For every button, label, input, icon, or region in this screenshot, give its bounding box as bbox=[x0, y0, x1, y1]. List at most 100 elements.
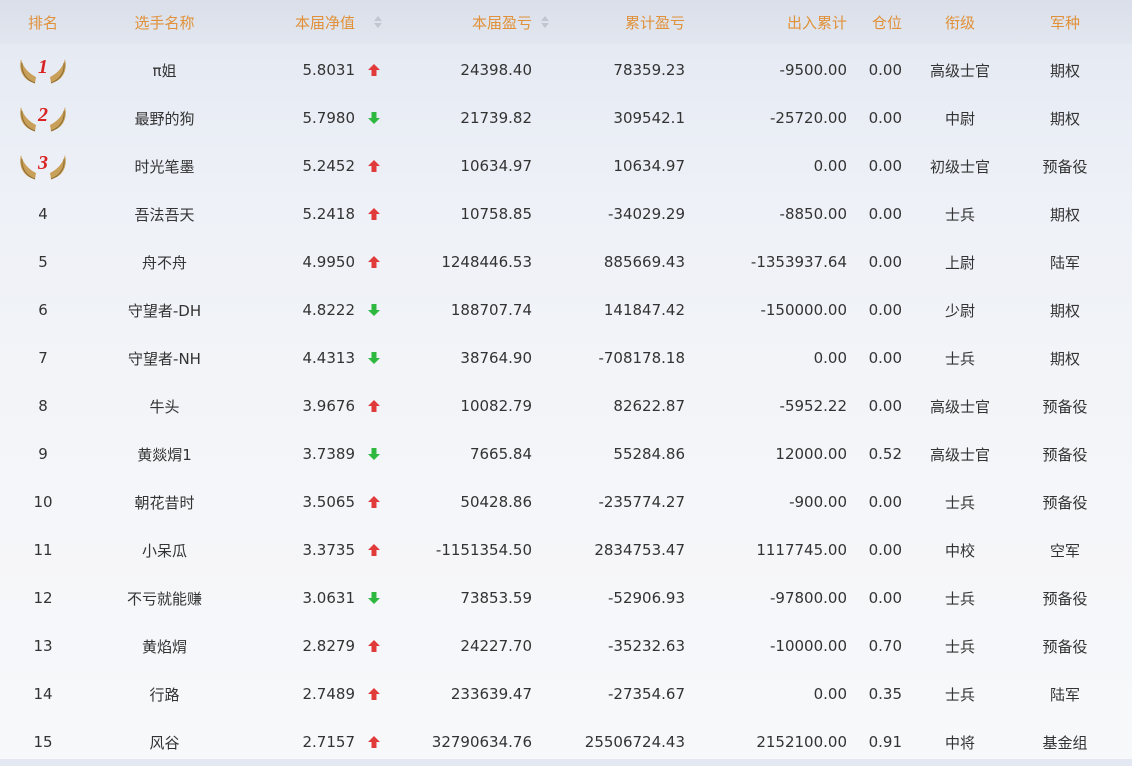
rank-cell: 15 bbox=[33, 733, 53, 751]
period-pl: 10082.79 bbox=[460, 397, 532, 415]
net-value: 5.2452 bbox=[302, 157, 356, 175]
net-value: 4.8222 bbox=[302, 301, 356, 319]
table-row[interactable]: 12 不亏就能赚 3.0631 73853.59 -52906.93 -97800.00 0… bbox=[0, 574, 1132, 622]
service-branch: 期权 bbox=[1049, 109, 1080, 128]
trend-down-icon bbox=[355, 351, 393, 365]
net-value: 3.7389 bbox=[302, 445, 356, 463]
net-value: 2.8279 bbox=[302, 637, 356, 655]
rank-title: 士兵 bbox=[944, 637, 975, 656]
position: 0.00 bbox=[868, 253, 902, 271]
player-name[interactable]: 朝花昔时 bbox=[86, 492, 243, 513]
period-pl: 38764.90 bbox=[460, 349, 532, 367]
service-branch: 期权 bbox=[1049, 61, 1080, 80]
table-row[interactable]: 4 吾法吾天 5.2418 10758.85 -34029.29 -8850.00 0.00… bbox=[0, 190, 1132, 238]
cumulative-pl: -27354.67 bbox=[608, 685, 685, 703]
table-row[interactable]: 14 行路 2.7489 233639.47 -27354.67 0.00 0.35 士兵 陆军 bbox=[0, 670, 1132, 718]
rank-cell: 7 bbox=[38, 349, 48, 367]
laurel-medal-icon: 2 bbox=[16, 103, 70, 133]
service-branch: 空军 bbox=[1049, 541, 1080, 560]
period-pl: 32790634.76 bbox=[431, 733, 532, 751]
table-row[interactable]: 2 最野的狗 5.7980 21739.82 309542.1 -25720.00 0.00… bbox=[0, 94, 1132, 142]
position: 0.00 bbox=[868, 109, 902, 127]
cash-flow: 12000.00 bbox=[775, 445, 847, 463]
cash-flow: -900.00 bbox=[789, 493, 847, 511]
rank-title: 中尉 bbox=[944, 109, 975, 128]
cash-flow: -9500.00 bbox=[779, 61, 847, 79]
player-name[interactable]: 风谷 bbox=[86, 732, 243, 753]
header-pl[interactable]: 本届盈亏 bbox=[393, 12, 549, 33]
rank-title: 士兵 bbox=[944, 349, 975, 368]
period-pl: 233639.47 bbox=[450, 685, 532, 703]
table-row[interactable]: 1 π姐 5.8031 24398.40 78359.23 -9500.00 0.00 高级士… bbox=[0, 46, 1132, 94]
net-value: 3.9676 bbox=[302, 397, 356, 415]
cumulative-pl: 141847.42 bbox=[603, 301, 685, 319]
net-value: 3.0631 bbox=[302, 589, 356, 607]
table-row[interactable]: 9 黄燚焨1 3.7389 7665.84 55284.86 12000.00 0.52 高级… bbox=[0, 430, 1132, 478]
table-row[interactable]: 10 朝花昔时 3.5065 50428.86 -235774.27 -900.00 0.0… bbox=[0, 478, 1132, 526]
player-name[interactable]: 最野的狗 bbox=[86, 108, 243, 129]
position: 0.00 bbox=[868, 61, 902, 79]
player-name[interactable]: π姐 bbox=[86, 60, 243, 81]
rank-title: 士兵 bbox=[944, 205, 975, 224]
rank-cell: 10 bbox=[33, 493, 53, 511]
rank-title: 中将 bbox=[944, 733, 975, 752]
cumulative-pl: 2834753.47 bbox=[594, 541, 685, 559]
period-pl: 7665.84 bbox=[469, 445, 532, 463]
rank-title: 高级士官 bbox=[929, 61, 990, 80]
player-name[interactable]: 不亏就能赚 bbox=[86, 588, 243, 609]
net-value: 3.5065 bbox=[302, 493, 356, 511]
rank-title: 士兵 bbox=[944, 493, 975, 512]
net-value: 5.7980 bbox=[302, 109, 356, 127]
period-pl: 50428.86 bbox=[460, 493, 532, 511]
table-row[interactable]: 3 时光笔墨 5.2452 10634.97 10634.97 0.00 0.00 初级士官 预… bbox=[0, 142, 1132, 190]
cash-flow: -97800.00 bbox=[770, 589, 847, 607]
rank-cell: 11 bbox=[33, 541, 53, 559]
net-value: 3.3735 bbox=[302, 541, 356, 559]
rank-title: 上尉 bbox=[944, 253, 975, 272]
table-row[interactable]: 6 守望者-DH 4.8222 188707.74 141847.42 -150000.0… bbox=[0, 286, 1132, 334]
table-row[interactable]: 11 小呆瓜 3.3735 -1151354.50 2834753.47 1117745.… bbox=[0, 526, 1132, 574]
player-name[interactable]: 舟不舟 bbox=[86, 252, 243, 273]
rank-cell: 13 bbox=[33, 637, 53, 655]
header-nav[interactable]: 本届净值 bbox=[243, 12, 355, 33]
cumulative-pl: -52906.93 bbox=[608, 589, 685, 607]
player-name[interactable]: 守望者-NH bbox=[86, 348, 243, 369]
rank-cell: 4 bbox=[38, 205, 48, 223]
player-name[interactable]: 时光笔墨 bbox=[86, 156, 243, 177]
sort-nav-icon[interactable] bbox=[355, 15, 393, 29]
rank-number: 1 bbox=[38, 55, 48, 78]
sort-pl-icon[interactable] bbox=[540, 15, 550, 29]
period-pl: 1248446.53 bbox=[441, 253, 532, 271]
rank-cell: 3 bbox=[0, 151, 86, 181]
net-value: 2.7489 bbox=[302, 685, 356, 703]
cumulative-pl: -708178.18 bbox=[598, 349, 685, 367]
table-row[interactable]: 5 舟不舟 4.9950 1248446.53 885669.43 -1353937.64… bbox=[0, 238, 1132, 286]
cumulative-pl: -35232.63 bbox=[608, 637, 685, 655]
position: 0.52 bbox=[868, 445, 902, 463]
cumulative-pl: 25506724.43 bbox=[584, 733, 685, 751]
player-name[interactable]: 行路 bbox=[86, 684, 243, 705]
laurel-medal-icon: 3 bbox=[16, 151, 70, 181]
player-name[interactable]: 吾法吾天 bbox=[86, 204, 243, 225]
service-branch: 基金组 bbox=[1042, 733, 1088, 752]
player-name[interactable]: 守望者-DH bbox=[86, 300, 243, 321]
header-pl-label: 本届盈亏 bbox=[471, 13, 532, 32]
position: 0.00 bbox=[868, 205, 902, 223]
trend-up-icon bbox=[355, 207, 393, 221]
period-pl: -1151354.50 bbox=[435, 541, 532, 559]
cash-flow: -5952.22 bbox=[779, 397, 847, 415]
player-name[interactable]: 小呆瓜 bbox=[86, 540, 243, 561]
period-pl: 24227.70 bbox=[460, 637, 532, 655]
table-row[interactable]: 13 黄焰焨 2.8279 24227.70 -35232.63 -10000.00 0.7… bbox=[0, 622, 1132, 670]
player-name[interactable]: 黄燚焨1 bbox=[86, 444, 243, 465]
header-pos: 仓位 bbox=[871, 13, 902, 32]
table-row[interactable]: 7 守望者-NH 4.4313 38764.90 -708178.18 0.00 0.00 士… bbox=[0, 334, 1132, 382]
rank-cell: 2 bbox=[0, 103, 86, 133]
table-row[interactable]: 8 牛头 3.9676 10082.79 82622.87 -5952.22 0.00 高级士… bbox=[0, 382, 1132, 430]
player-name[interactable]: 牛头 bbox=[86, 396, 243, 417]
player-name[interactable]: 黄焰焨 bbox=[86, 636, 243, 657]
cash-flow: -10000.00 bbox=[770, 637, 847, 655]
net-value: 4.9950 bbox=[302, 253, 356, 271]
service-branch: 预备役 bbox=[1042, 445, 1088, 464]
cash-flow: -150000.00 bbox=[760, 301, 847, 319]
